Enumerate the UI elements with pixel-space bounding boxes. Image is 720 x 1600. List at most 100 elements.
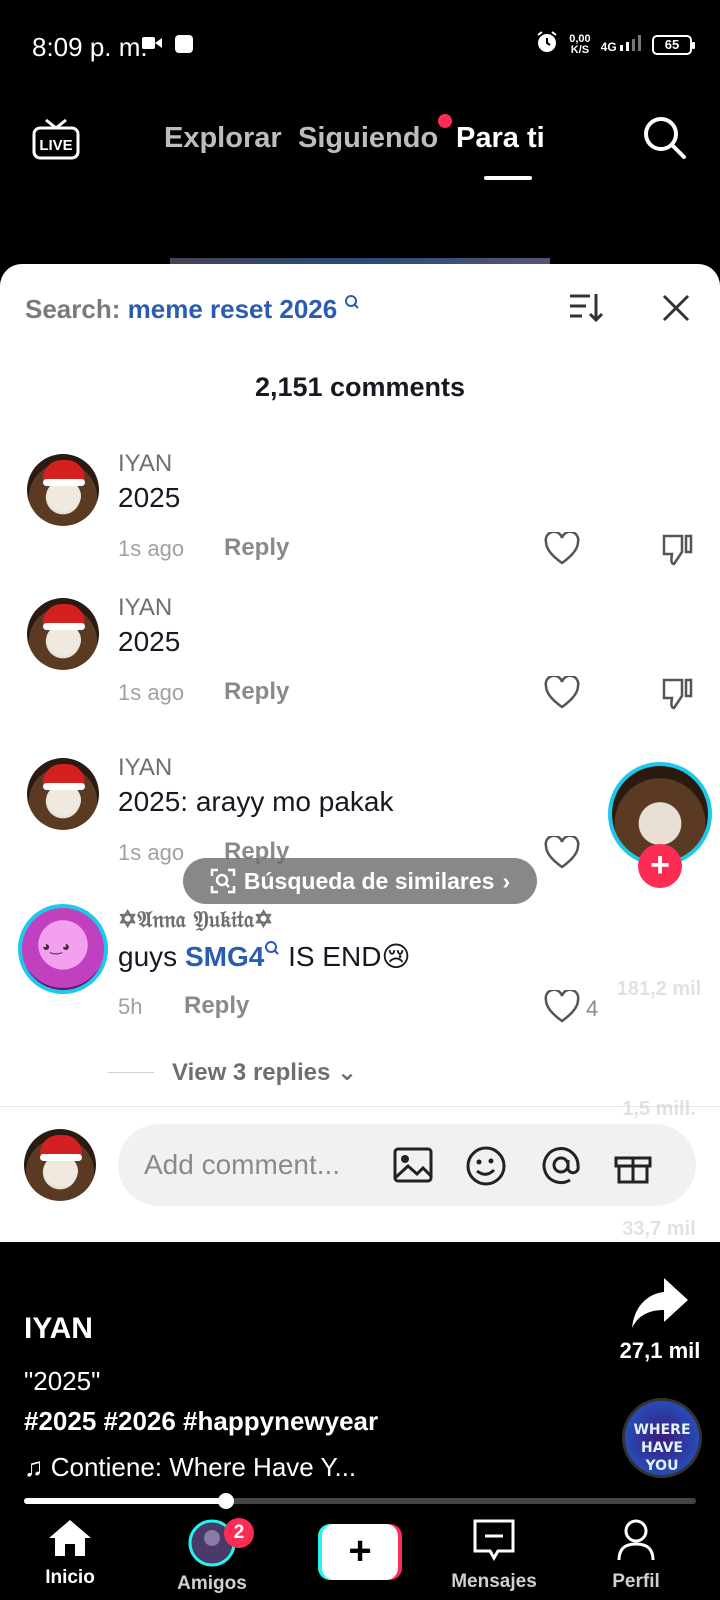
comment-count-rail: 1,5 mill.: [622, 1098, 696, 1120]
comment-username[interactable]: IYAN: [118, 450, 172, 478]
comment-time: 5h: [118, 994, 143, 1019]
bottom-nav: Inicio 2 Amigos + Mensajes Perfil: [0, 1508, 720, 1600]
notification-icon: [174, 34, 194, 59]
tab-para-ti[interactable]: Para ti: [456, 122, 545, 155]
image-icon[interactable]: [392, 1144, 434, 1191]
dislike-icon[interactable]: [660, 676, 694, 715]
nav-friends[interactable]: 2 Amigos: [152, 1518, 272, 1595]
video-author[interactable]: IYAN: [24, 1312, 93, 1346]
mention-icon[interactable]: [540, 1144, 582, 1191]
comment-text-pre: guys: [118, 941, 185, 972]
signal-icon: [620, 35, 641, 51]
emoji-icon[interactable]: [464, 1144, 508, 1193]
heart-icon[interactable]: [544, 674, 580, 715]
gift-icon[interactable]: [612, 1144, 654, 1191]
create-button[interactable]: +: [318, 1524, 402, 1580]
follow-plus-button[interactable]: +: [638, 844, 682, 888]
comment-username[interactable]: ✡𝔄𝔫𝔫𝔞 𝔜𝔲𝔨𝔦𝔱𝔞✡: [118, 906, 273, 933]
avatar[interactable]: [27, 454, 99, 526]
video-description: "2025": [24, 1366, 101, 1396]
comment-text: 2025: [118, 626, 181, 657]
comment-text-post: IS END😢: [280, 941, 411, 972]
status-right: 0,00 K/S 4G 65: [535, 30, 695, 59]
add-comment-field[interactable]: Add comment...: [118, 1124, 696, 1206]
nav-home-label: Inicio: [45, 1567, 95, 1588]
home-icon: [49, 1520, 91, 1556]
search-label: Search:: [25, 294, 121, 324]
comment-text: guys SMG4 IS END😢: [118, 940, 411, 973]
svg-text:LIVE: LIVE: [39, 137, 72, 154]
chevron-down-icon: ⌄: [337, 1059, 358, 1086]
heart-icon[interactable]: [544, 988, 580, 1029]
share-count: 27,1 mil: [619, 1338, 701, 1363]
comment-search-link[interactable]: SMG4: [185, 941, 264, 972]
heart-icon[interactable]: [544, 834, 580, 875]
progress-fill: [24, 1498, 226, 1504]
following-new-dot: [438, 114, 452, 128]
top-nav: LIVE Explorar Siguiendo Para ti: [0, 100, 720, 180]
active-tab-indicator: [484, 176, 532, 180]
avatar[interactable]: [27, 758, 99, 830]
view-replies-label: View 3 replies: [172, 1059, 331, 1086]
status-time: 8:09 p. m.: [32, 32, 148, 62]
inbox-icon: [473, 1519, 515, 1562]
like-count-rail: 181,2 mil: [616, 978, 702, 1000]
view-replies-button[interactable]: View 3 replies ⌄: [172, 1058, 357, 1087]
add-comment-placeholder: Add comment...: [144, 1149, 341, 1180]
friends-badge: 2: [224, 1518, 254, 1548]
sort-icon[interactable]: [568, 292, 604, 329]
nav-friends-label: Amigos: [177, 1573, 247, 1594]
live-icon[interactable]: LIVE: [32, 114, 80, 167]
comment-text: 2025: arayy mo pakak: [118, 786, 394, 817]
profile-icon: [617, 1519, 655, 1561]
search-header: Search: meme reset 2026: [25, 294, 360, 325]
heart-icon[interactable]: [544, 530, 580, 571]
reply-button[interactable]: Reply: [224, 534, 289, 562]
progress-knob[interactable]: [217, 1493, 234, 1509]
search-small-icon: [265, 941, 280, 955]
search-small-icon: [345, 295, 360, 309]
comment-time: 1s ago: [118, 536, 185, 561]
video-record-icon: [142, 36, 162, 55]
status-bar: 8:09 p. m. 0,00 K/S 4G 65: [0, 0, 720, 90]
comment-username[interactable]: IYAN: [118, 594, 172, 622]
search-icon[interactable]: [642, 115, 688, 166]
network-type: 4G: [601, 35, 642, 54]
nav-profile[interactable]: Perfil: [576, 1518, 696, 1593]
comments-sheet: Search: meme reset 2026 2,151 comments I…: [0, 264, 720, 1242]
net-speed-unit: K/S: [570, 43, 590, 56]
similar-search-label: Búsqueda de similares: [243, 867, 495, 894]
reply-button[interactable]: Reply: [224, 678, 289, 706]
comment-count: 2,151 comments: [254, 372, 466, 402]
alarm-icon: [535, 30, 559, 59]
video-hashtags[interactable]: #2025 #2026 #happynewyear: [24, 1406, 378, 1437]
tab-siguiendo[interactable]: Siguiendo: [298, 122, 438, 155]
search-query-link[interactable]: meme reset 2026: [128, 294, 338, 324]
video-progress-bar[interactable]: [24, 1493, 696, 1509]
save-count-rail: 33,7 mil: [622, 1218, 696, 1240]
nav-profile-label: Perfil: [612, 1571, 660, 1592]
video-music[interactable]: ♫ Contiene: Where Have Y...: [24, 1452, 356, 1483]
avatar[interactable]: [27, 598, 99, 670]
like-count: 4: [586, 996, 599, 1021]
replies-divider: [108, 1072, 154, 1073]
visual-search-icon: [210, 868, 236, 894]
similar-search-button[interactable]: Búsqueda de similares ›: [183, 858, 537, 904]
close-icon[interactable]: [662, 294, 690, 327]
tab-explorar[interactable]: Explorar: [164, 122, 282, 155]
nav-messages[interactable]: Mensajes: [434, 1518, 554, 1593]
my-avatar: [24, 1129, 96, 1201]
reply-button[interactable]: Reply: [184, 992, 249, 1020]
avatar[interactable]: [18, 904, 108, 994]
comment-time: 1s ago: [118, 840, 185, 865]
nav-home[interactable]: Inicio: [10, 1518, 130, 1589]
music-disc[interactable]: WHERE HAVE YOU BEEN: [622, 1398, 702, 1478]
plus-icon: +: [322, 1524, 398, 1580]
comment-username[interactable]: IYAN: [118, 754, 172, 782]
nav-messages-label: Mensajes: [451, 1571, 537, 1592]
battery-level: 65: [664, 37, 680, 52]
network-label: 4G: [600, 40, 617, 54]
share-icon[interactable]: [630, 1276, 690, 1335]
dislike-icon[interactable]: [660, 532, 694, 571]
chevron-right-icon: ›: [502, 867, 511, 894]
